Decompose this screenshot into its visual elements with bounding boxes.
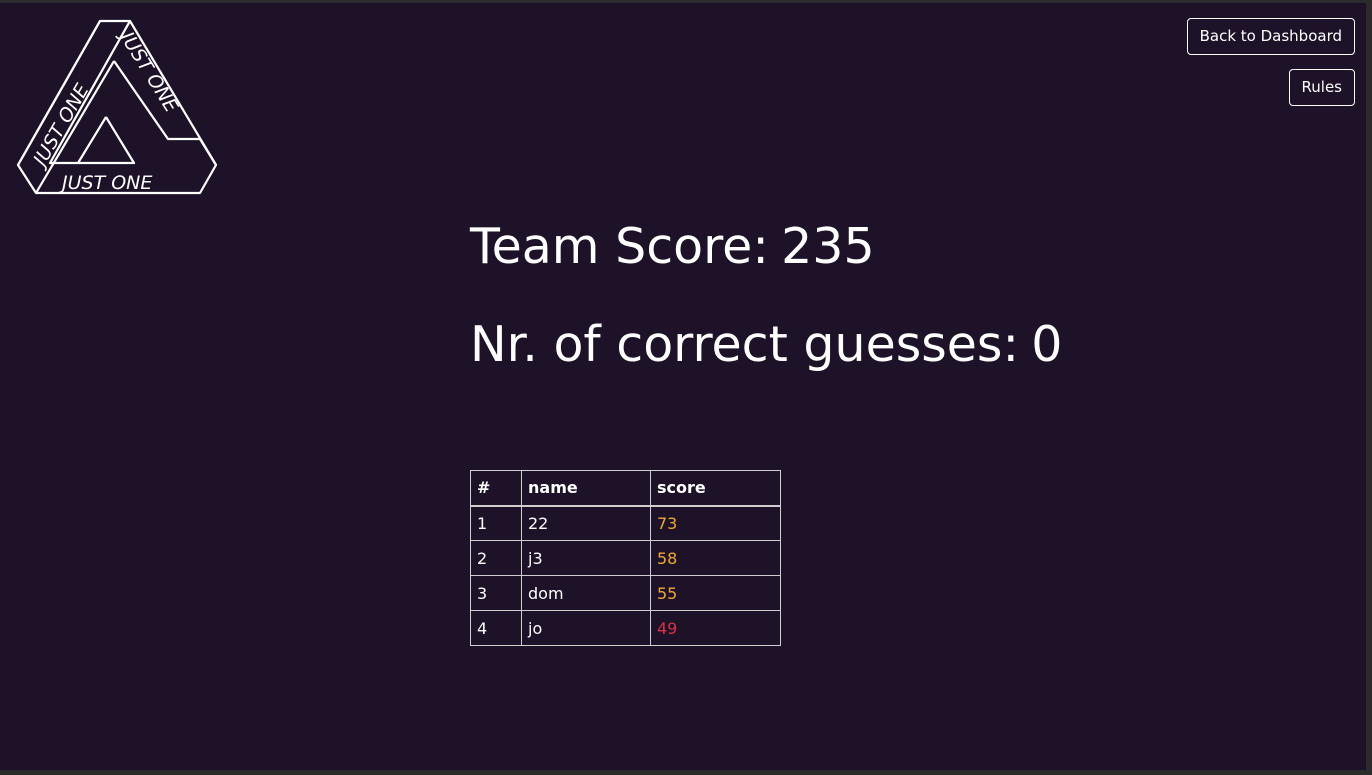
player-name-cell: 22 xyxy=(521,505,651,541)
score-cell: 49 xyxy=(650,610,781,646)
player-name-cell: dom xyxy=(521,575,651,611)
rank-cell: 3 xyxy=(470,575,522,611)
correct-guesses-value: 0 xyxy=(1031,316,1063,373)
score-cell: 58 xyxy=(650,540,781,576)
rank-cell: 2 xyxy=(470,540,522,576)
correct-guesses-heading: Nr. of correct guesses: 0 xyxy=(470,313,1062,377)
team-score-heading: Team Score: 235 xyxy=(470,215,875,279)
rank-cell: 4 xyxy=(470,610,522,646)
table-row: 2 j3 58 xyxy=(470,540,781,576)
player-name-cell: jo xyxy=(521,610,651,646)
player-name-cell: j3 xyxy=(521,540,651,576)
column-header-rank: # xyxy=(470,470,522,507)
table-row: 1 22 73 xyxy=(470,505,781,541)
ranking-table: # name score 1 22 73 2 j3 58 3 dom 55 4 … xyxy=(470,470,781,646)
team-score-label: Team Score: xyxy=(470,218,769,275)
column-header-name: name xyxy=(521,470,651,507)
score-cell: 55 xyxy=(650,575,781,611)
table-header-row: # name score xyxy=(470,470,781,507)
game-summary-page: JUST ONE JUST ONE JUST ONE Back to Dashb… xyxy=(0,3,1366,770)
correct-guesses-label: Nr. of correct guesses: xyxy=(470,316,1019,373)
back-to-dashboard-button[interactable]: Back to Dashboard xyxy=(1186,18,1355,55)
rules-button[interactable]: Rules xyxy=(1288,69,1355,106)
rank-cell: 1 xyxy=(470,505,522,541)
table-row: 4 jo 49 xyxy=(470,610,781,646)
penrose-triangle-icon: JUST ONE JUST ONE JUST ONE xyxy=(16,19,218,195)
team-score-value: 235 xyxy=(781,218,875,275)
column-header-score: score xyxy=(650,470,781,507)
logo-text-left: JUST ONE xyxy=(27,80,93,173)
logo-text-right: JUST ONE xyxy=(114,25,183,117)
table-row: 3 dom 55 xyxy=(470,575,781,611)
score-cell: 73 xyxy=(650,505,781,541)
logo-text-bottom: JUST ONE xyxy=(58,172,152,194)
just-one-logo[interactable]: JUST ONE JUST ONE JUST ONE xyxy=(14,17,218,197)
